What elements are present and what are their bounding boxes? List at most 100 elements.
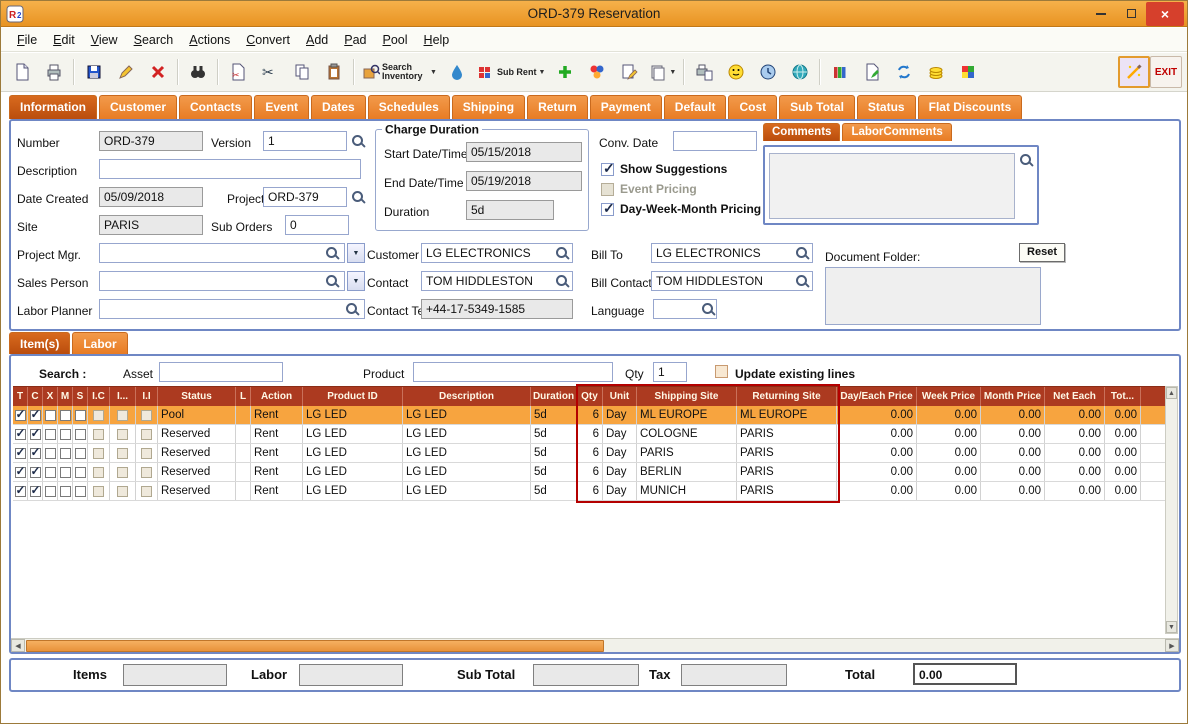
tab-default[interactable]: Default (663, 95, 727, 119)
column-header-duration[interactable]: Duration (531, 387, 577, 406)
column-header-s[interactable]: S (73, 387, 88, 406)
reset-button[interactable]: Reset (1019, 243, 1065, 262)
save-icon[interactable] (78, 56, 110, 88)
column-header-i-c[interactable]: I.C (88, 387, 110, 406)
document-folder-box[interactable] (825, 267, 1041, 325)
column-header-status[interactable]: Status (158, 387, 236, 406)
row-checkbox[interactable] (117, 428, 128, 440)
tab-status[interactable]: Status (856, 95, 916, 119)
menu-help[interactable]: Help (416, 30, 458, 50)
chevron-down-icon[interactable]: ▼ (538, 69, 545, 76)
row-checkbox[interactable] (74, 485, 86, 497)
wand-button[interactable] (1118, 56, 1150, 88)
start-date-field[interactable]: 05/15/2018 (466, 142, 582, 162)
sales-person-search-icon[interactable] (325, 274, 340, 289)
tab-payment[interactable]: Payment (589, 95, 662, 119)
comments-search-icon[interactable] (1019, 153, 1034, 168)
row-checkbox[interactable] (14, 407, 26, 421)
row-checkbox[interactable] (141, 428, 152, 440)
row-checkbox[interactable] (74, 409, 86, 421)
tab-labor-comments[interactable]: LaborComments (842, 123, 952, 141)
project-search-icon[interactable] (351, 190, 366, 205)
sales-person-dropdown[interactable]: ▼ (347, 271, 365, 291)
cut-scissors-icon[interactable]: ✂ (254, 56, 286, 88)
color-cubes-icon[interactable] (952, 56, 984, 88)
row-checkbox[interactable] (29, 445, 41, 459)
tab-customer[interactable]: Customer (99, 95, 178, 119)
edit-pencil-icon[interactable] (110, 56, 142, 88)
row-checkbox[interactable] (141, 409, 152, 421)
row-checkbox[interactable] (29, 464, 41, 478)
sub-rent-button[interactable]: Sub Rent ▼ (473, 56, 549, 88)
tab-comments[interactable]: Comments (763, 123, 841, 141)
row-checkbox[interactable] (44, 428, 56, 440)
menu-search[interactable]: Search (126, 30, 182, 50)
day-week-month-checkbox[interactable] (601, 200, 615, 217)
row-checkbox[interactable] (141, 466, 152, 478)
labor-planner-field[interactable] (99, 299, 365, 319)
cards-stack-icon[interactable]: ▼ (645, 56, 680, 88)
project-mgr-field[interactable] (99, 243, 345, 263)
menu-pad[interactable]: Pad (336, 30, 374, 50)
scroll-left-icon[interactable]: ◀ (11, 639, 25, 652)
row-checkbox[interactable] (14, 464, 26, 478)
column-header-action[interactable]: Action (251, 387, 303, 406)
update-existing-lines-checkbox[interactable] (715, 365, 728, 378)
column-header-t[interactable]: T (13, 387, 28, 406)
row-checkbox[interactable] (44, 466, 56, 478)
column-header-c[interactable]: C (28, 387, 43, 406)
row-checkbox[interactable] (117, 409, 128, 421)
tab-cost[interactable]: Cost (728, 95, 778, 119)
tab-items[interactable]: Item(s) (9, 332, 71, 354)
tab-dates[interactable]: Dates (311, 95, 366, 119)
tab-labor[interactable]: Labor (72, 332, 128, 354)
delete-icon[interactable] (142, 56, 174, 88)
project-field[interactable]: ORD-379 (263, 187, 347, 207)
column-header-returning-site[interactable]: Returning Site (737, 387, 837, 406)
column-header-m[interactable]: M (58, 387, 73, 406)
row-checkbox[interactable] (44, 485, 56, 497)
horizontal-scrollbar[interactable]: ◀ ▶ (11, 638, 1179, 652)
row-checkbox[interactable] (74, 428, 86, 440)
version-field[interactable]: 1 (263, 131, 347, 151)
table-row[interactable]: ReservedRentLG LEDLG LED5d6DayBERLINPARI… (13, 463, 1165, 482)
tab-flat-discounts[interactable]: Flat Discounts (917, 95, 1023, 119)
column-header-net-each[interactable]: Net Each (1045, 387, 1105, 406)
row-checkbox[interactable] (141, 485, 152, 497)
maximize-button[interactable] (1116, 3, 1146, 25)
column-header-qty[interactable]: Qty (577, 387, 603, 406)
duration-field[interactable]: 5d (466, 200, 554, 220)
row-checkbox[interactable] (59, 447, 71, 459)
smiley-icon[interactable] (720, 56, 752, 88)
bill-to-search-icon[interactable] (795, 246, 810, 261)
project-mgr-dropdown[interactable]: ▼ (347, 243, 365, 263)
tab-information[interactable]: Information (9, 95, 97, 119)
column-header-week-price[interactable]: Week Price (917, 387, 981, 406)
conv-date-field[interactable] (673, 131, 757, 151)
row-checkbox[interactable] (141, 447, 152, 459)
end-date-field[interactable]: 05/19/2018 (466, 171, 582, 191)
row-checkbox[interactable] (59, 466, 71, 478)
row-checkbox[interactable] (14, 426, 26, 440)
menu-actions[interactable]: Actions (181, 30, 238, 50)
bill-contact-field[interactable]: TOM HIDDLESTON (651, 271, 813, 291)
description-field[interactable] (99, 159, 361, 179)
row-checkbox[interactable] (59, 428, 71, 440)
row-checkbox[interactable] (59, 409, 71, 421)
copy-icon[interactable] (286, 56, 318, 88)
column-header-product-id[interactable]: Product ID (303, 387, 403, 406)
contact-search-icon[interactable] (555, 274, 570, 289)
note-edit-icon[interactable] (613, 56, 645, 88)
row-checkbox[interactable] (117, 447, 128, 459)
new-document-icon[interactable] (6, 56, 38, 88)
column-header-l[interactable]: L (236, 387, 251, 406)
bill-contact-search-icon[interactable] (795, 274, 810, 289)
table-row[interactable]: ReservedRentLG LEDLG LED5d6DayCOLOGNEPAR… (13, 425, 1165, 444)
contact-field[interactable]: TOM HIDDLESTON (421, 271, 573, 291)
product-input[interactable] (413, 362, 613, 382)
menu-add[interactable]: Add (298, 30, 336, 50)
close-button[interactable]: × (1146, 1, 1184, 26)
group-spheres-icon[interactable] (581, 56, 613, 88)
column-header-i-i[interactable]: I.I (136, 387, 158, 406)
number-field[interactable]: ORD-379 (99, 131, 203, 151)
